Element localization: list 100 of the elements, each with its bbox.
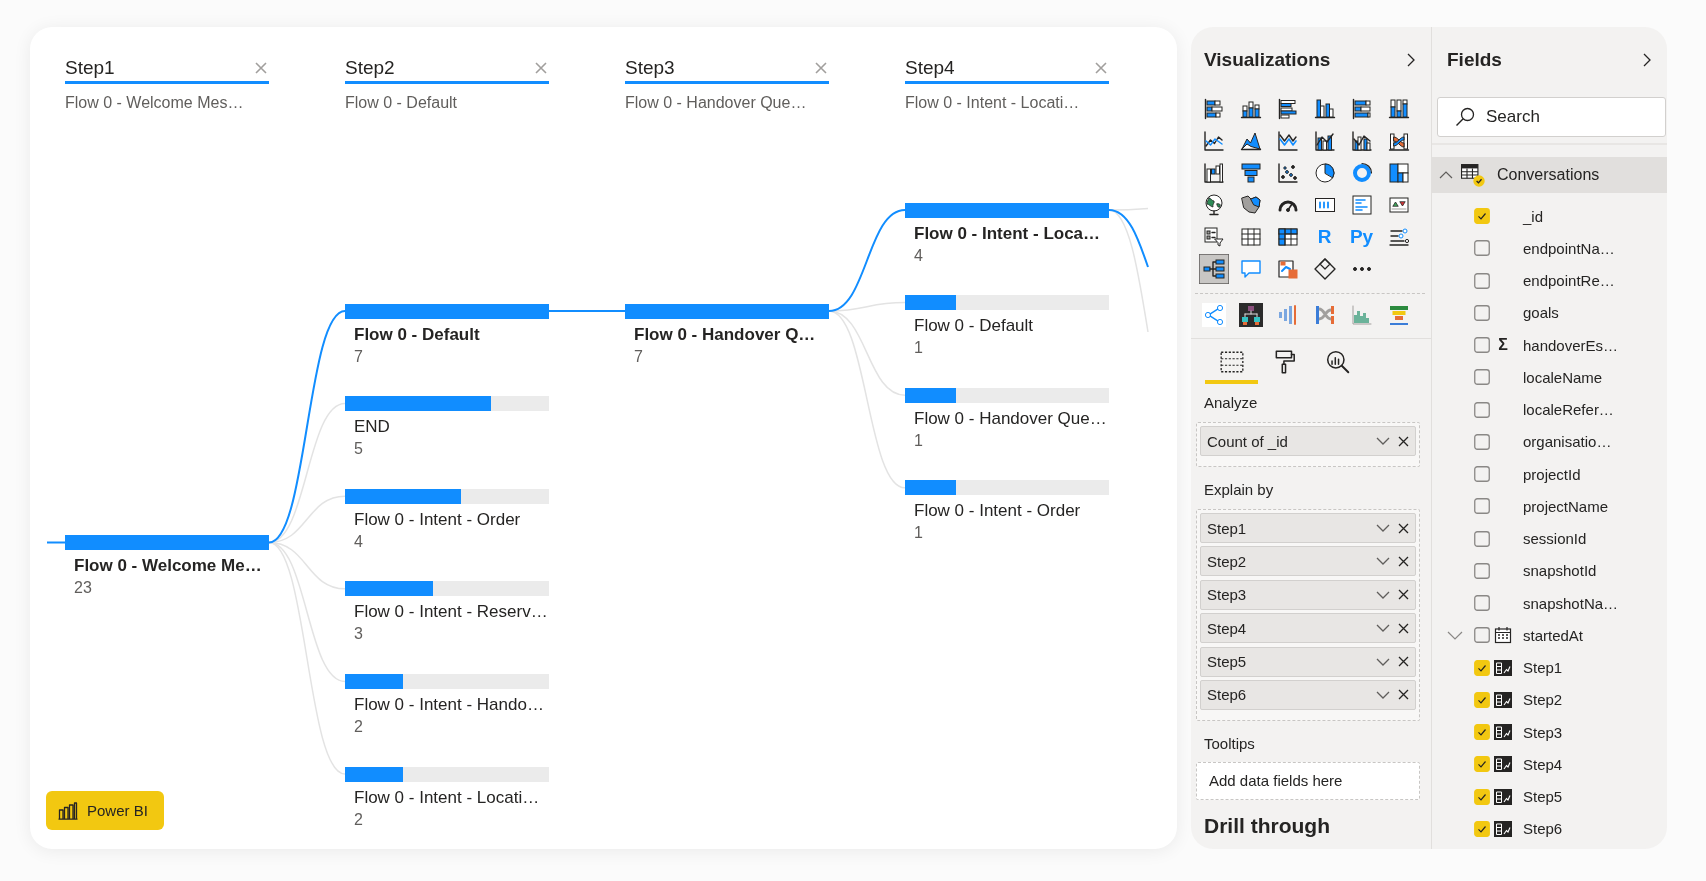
- field-well-item[interactable]: Step6: [1200, 679, 1416, 710]
- close-icon[interactable]: [1398, 656, 1409, 668]
- bar-track[interactable]: [345, 488, 549, 504]
- search-field[interactable]: Search: [1437, 97, 1666, 137]
- bar-track[interactable]: [905, 295, 1109, 311]
- stacked-column-chart-icon[interactable]: [1386, 97, 1411, 121]
- line-column-chart-icon[interactable]: [1312, 129, 1337, 153]
- field-name[interactable]: handoverEs…: [1523, 336, 1619, 354]
- checkbox[interactable]: [1474, 208, 1490, 225]
- chevron-down-icon[interactable]: [1376, 524, 1390, 532]
- field-well-item[interactable]: Step1: [1200, 513, 1416, 543]
- field-name[interactable]: localeName: [1523, 368, 1603, 386]
- bar-track[interactable]: [345, 581, 549, 597]
- checkbox[interactable]: [1474, 401, 1490, 418]
- checkbox[interactable]: [1474, 788, 1490, 805]
- chevron-right-icon[interactable]: [1407, 53, 1415, 67]
- close-icon[interactable]: [1398, 589, 1409, 601]
- close-icon[interactable]: [1398, 435, 1409, 447]
- field-name[interactable]: organisatio…: [1523, 433, 1612, 451]
- scatter-chart-icon[interactable]: [1275, 161, 1300, 185]
- checkbox[interactable]: [1474, 595, 1490, 612]
- checkbox[interactable]: [1474, 466, 1490, 483]
- bar-fill[interactable]: [345, 303, 549, 319]
- close-icon[interactable]: [1398, 522, 1409, 534]
- product-link[interactable]: Power BI: [46, 791, 164, 830]
- field-name[interactable]: Step1: [1523, 659, 1563, 677]
- field-well-item[interactable]: Step4: [1200, 613, 1416, 644]
- field-name[interactable]: snapshotNa…: [1523, 594, 1619, 612]
- pie-chart-icon[interactable]: [1312, 161, 1337, 185]
- chevron-down-icon[interactable]: [1376, 557, 1390, 566]
- close-icon[interactable]: [1398, 689, 1409, 701]
- checkbox[interactable]: [1474, 562, 1490, 579]
- bar-track[interactable]: [905, 480, 1109, 496]
- chevron-down-icon[interactable]: [1376, 624, 1390, 633]
- checkbox[interactable]: [1474, 530, 1490, 547]
- field-name[interactable]: Step3: [1523, 723, 1563, 741]
- checkbox[interactable]: [1474, 820, 1490, 837]
- bar-track[interactable]: [905, 387, 1109, 403]
- checkbox[interactable]: [1474, 498, 1490, 515]
- slicer-icon[interactable]: [1201, 225, 1226, 249]
- field-name[interactable]: _id: [1523, 207, 1544, 225]
- filled-map-icon[interactable]: [1238, 193, 1263, 217]
- table-header-row[interactable]: Conversations: [1432, 157, 1667, 193]
- field-name[interactable]: goals: [1523, 304, 1559, 322]
- treemap-icon[interactable]: [1386, 161, 1411, 185]
- line-chart-icon[interactable]: [1201, 129, 1226, 153]
- key-influencers-icon[interactable]: [1386, 225, 1411, 249]
- field-name[interactable]: localeRefer…: [1523, 401, 1614, 419]
- share-nodes-icon[interactable]: [1201, 303, 1226, 327]
- chevron-down-icon[interactable]: [1376, 657, 1390, 666]
- field-well-item[interactable]: Step5: [1200, 646, 1416, 677]
- close-icon[interactable]: [1398, 622, 1409, 634]
- field-name[interactable]: endpointRe…: [1523, 272, 1615, 290]
- line-column-chart-icon[interactable]: [1349, 129, 1374, 153]
- checkbox[interactable]: [1474, 627, 1490, 644]
- bar-fill[interactable]: [625, 303, 829, 319]
- checkbox[interactable]: [1474, 272, 1490, 289]
- chevron-down-icon[interactable]: [1447, 630, 1463, 640]
- bar-track[interactable]: [345, 396, 549, 412]
- chevron-down-icon[interactable]: [1376, 590, 1390, 599]
- clustered-column-chart-icon[interactable]: [1312, 97, 1337, 121]
- smart-narrative-icon[interactable]: [1275, 257, 1300, 281]
- field-name[interactable]: endpointNa…: [1523, 239, 1615, 257]
- close-icon[interactable]: [1398, 555, 1409, 567]
- field-name[interactable]: sessionId: [1523, 530, 1587, 548]
- field-name[interactable]: projectId: [1523, 465, 1581, 483]
- funnel-chart-icon[interactable]: [1238, 161, 1263, 185]
- caret-up-icon[interactable]: [1439, 171, 1453, 179]
- diamond-icon[interactable]: [1312, 257, 1337, 281]
- hierarchy-icon[interactable]: [1238, 303, 1263, 327]
- field-name[interactable]: Step4: [1523, 755, 1563, 773]
- chevron-right-icon[interactable]: [1643, 53, 1651, 67]
- chevron-down-icon[interactable]: [1376, 437, 1390, 445]
- field-well-item[interactable]: Count of _id: [1200, 426, 1416, 456]
- checkbox[interactable]: [1474, 724, 1490, 741]
- field-name[interactable]: Step5: [1523, 788, 1563, 806]
- field-name[interactable]: Step2: [1523, 691, 1563, 709]
- bar-track[interactable]: [345, 766, 549, 782]
- checkbox[interactable]: [1474, 304, 1490, 321]
- decomposition-tree-icon[interactable]: [1198, 254, 1229, 284]
- chevron-down-icon[interactable]: [1376, 690, 1390, 699]
- checkbox[interactable]: [1474, 369, 1490, 386]
- field-name[interactable]: startedAt: [1523, 626, 1584, 644]
- checkbox[interactable]: [1474, 433, 1490, 450]
- multi-row-card-icon[interactable]: [1349, 193, 1374, 217]
- matrix-icon[interactable]: [1275, 225, 1300, 249]
- field-well-item[interactable]: Step2: [1200, 546, 1416, 577]
- bar-fill[interactable]: [905, 202, 1109, 218]
- table-icon[interactable]: [1238, 225, 1263, 249]
- field-name[interactable]: Step6: [1523, 820, 1563, 838]
- checkbox[interactable]: [1474, 659, 1490, 676]
- field-name[interactable]: snapshotId: [1523, 562, 1597, 580]
- checkbox[interactable]: [1474, 756, 1490, 773]
- drop-zone[interactable]: Add data fields here: [1196, 761, 1420, 800]
- waterfall-chart-icon[interactable]: [1201, 161, 1226, 185]
- bar-track[interactable]: [345, 673, 549, 689]
- field-name[interactable]: projectName: [1523, 497, 1609, 515]
- stacked-area-chart-icon[interactable]: [1275, 129, 1300, 153]
- checkbox[interactable]: [1474, 691, 1490, 708]
- checkbox[interactable]: [1474, 240, 1490, 257]
